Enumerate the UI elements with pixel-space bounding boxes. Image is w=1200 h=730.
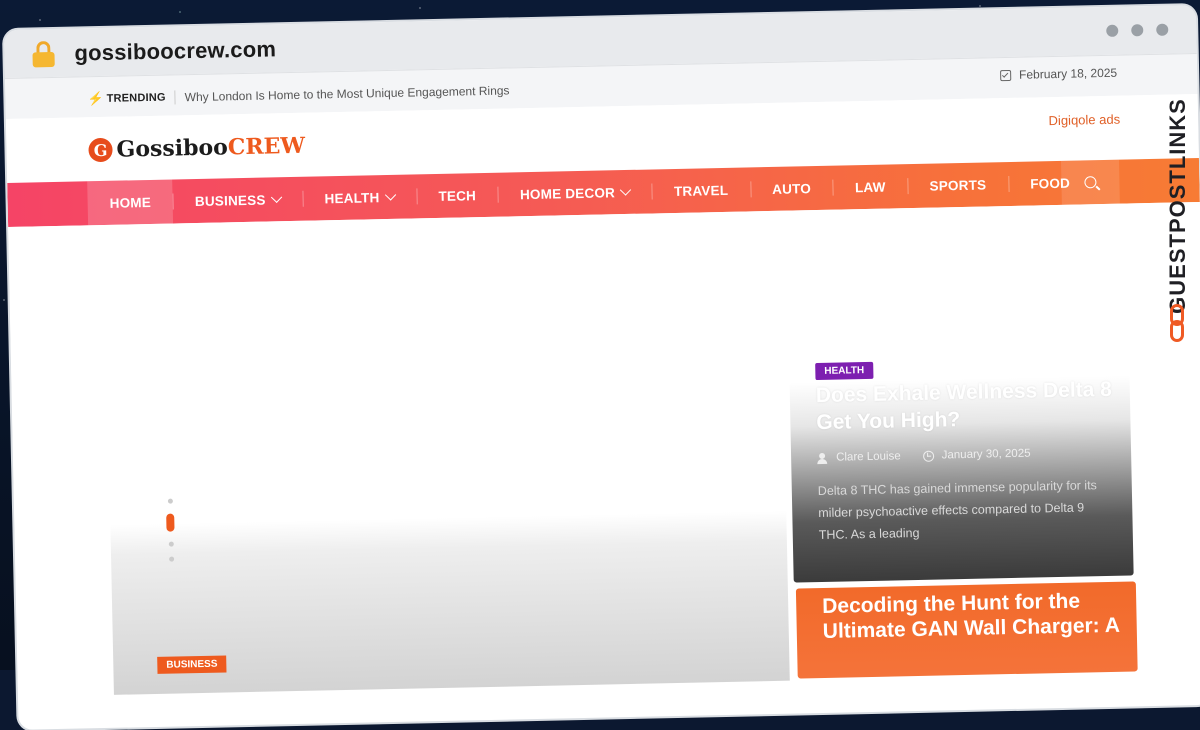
category-badge-health[interactable]: HEALTH	[815, 361, 874, 381]
post-author[interactable]: Clare Louise	[836, 450, 901, 463]
lightning-icon: ⚡	[87, 90, 104, 107]
nav-label: HOME DECOR	[519, 184, 616, 202]
category-badge-business[interactable]: BUSINESS	[157, 655, 227, 674]
nav-item-business[interactable]: BUSINESS	[172, 177, 303, 224]
side-post-card[interactable]: Does Exhale Wellness Delta 8 Get You Hig…	[789, 375, 1134, 583]
chevron-down-icon	[270, 191, 283, 203]
nav-label: TECH	[438, 187, 477, 204]
post-title[interactable]: Does Exhale Wellness Delta 8 Get You Hig…	[816, 376, 1117, 436]
guestpostlinks-watermark: GUESTPOSTLINKS	[1162, 56, 1194, 356]
watermark-text: GUESTPOSTLINKS	[1165, 98, 1190, 314]
search-button[interactable]	[1060, 159, 1120, 205]
slider-dot[interactable]	[168, 541, 174, 547]
slider-dot-active[interactable]	[166, 513, 175, 532]
nav-item-travel[interactable]: TRAVEL	[652, 167, 751, 213]
main-content: BUSINESS HEALTH Does Exhale Wellness Del…	[8, 201, 1200, 695]
divider	[174, 90, 176, 105]
side-post-card[interactable]: Decoding the Hunt for the Ultimate GAN W…	[795, 581, 1138, 679]
post-meta: Clare Louise January 30, 2025	[817, 448, 1031, 464]
nav-item-home-decor[interactable]: HOME DECOR	[498, 169, 653, 216]
trending-label: TRENDING	[106, 91, 166, 105]
post-excerpt: Delta 8 THC has gained immense popularit…	[817, 478, 1097, 543]
logo-mark-icon: G	[88, 137, 113, 163]
nav-item-auto[interactable]: AUTO	[750, 166, 834, 212]
header-ad-banner[interactable]: Digiqole ads	[1048, 112, 1120, 128]
nav-label: AUTO	[772, 180, 812, 197]
user-icon	[817, 452, 827, 463]
logo-text-part1: Gossiboo	[116, 134, 229, 163]
window-dot-icon[interactable]	[1106, 24, 1119, 37]
nav-item-tech[interactable]: TECH	[416, 173, 498, 219]
nav-label: SPORTS	[929, 176, 987, 194]
current-date: February 18, 2025	[999, 65, 1118, 82]
trending-ticker: ⚡ TRENDING Why London Is Home to the Mos…	[87, 82, 509, 107]
chevron-down-icon	[620, 184, 632, 196]
link-icon	[1170, 320, 1184, 342]
window-dot-icon[interactable]	[1131, 24, 1144, 37]
clock-icon	[922, 450, 934, 462]
slider-pagination	[166, 498, 175, 562]
date-text: February 18, 2025	[1018, 65, 1118, 82]
nav-item-sports[interactable]: SPORTS	[907, 162, 1009, 208]
nav-item-law[interactable]: LAW	[833, 164, 908, 210]
search-icon	[1084, 176, 1097, 189]
post-date: January 30, 2025	[941, 447, 1031, 462]
slider-dot[interactable]	[168, 556, 174, 562]
nav-label: LAW	[854, 179, 886, 195]
window-dot-icon[interactable]	[1156, 23, 1169, 36]
nav-label: HEALTH	[324, 189, 380, 206]
nav-item-health[interactable]: HEALTH	[302, 174, 417, 220]
logo-text-part2: CREW	[227, 132, 306, 161]
window-controls	[1106, 23, 1169, 37]
post-title[interactable]: Decoding the Hunt for the Ultimate GAN W…	[822, 588, 1123, 644]
nav-label: BUSINESS	[194, 192, 266, 209]
nav-item-home[interactable]: HOME	[87, 179, 174, 226]
nav-label: HOME	[109, 194, 152, 211]
lock-icon	[32, 41, 55, 68]
calendar-icon	[999, 69, 1012, 81]
nav-label: TRAVEL	[673, 182, 729, 199]
slider-dot[interactable]	[167, 498, 173, 504]
address-bar[interactable]: gossiboocrew.com	[74, 36, 276, 66]
site-logo[interactable]: G Gossiboo CREW	[88, 133, 305, 164]
trending-headline-link[interactable]: Why London Is Home to the Most Unique En…	[185, 83, 510, 104]
chevron-down-icon	[384, 189, 397, 201]
browser-window: gossiboocrew.com ⚡ TRENDING Why London I…	[4, 5, 1200, 730]
